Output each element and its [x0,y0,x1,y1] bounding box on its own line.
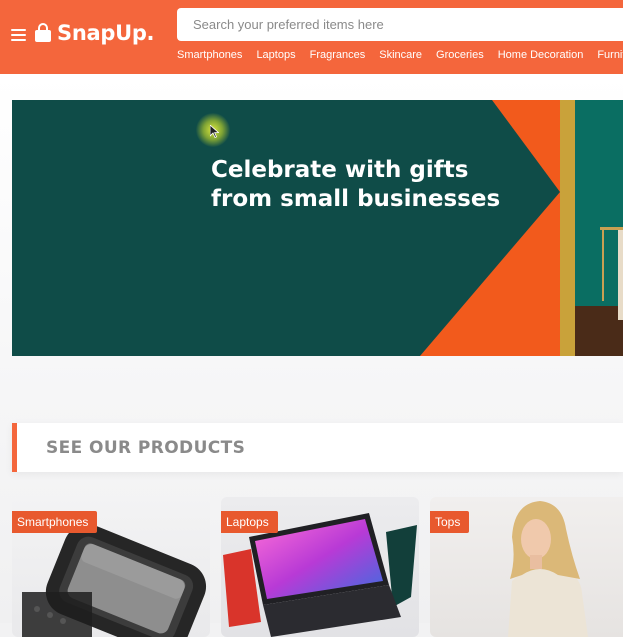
cursor-highlight [196,113,230,147]
nav-item-smartphones[interactable]: Smartphones [177,49,242,61]
product-card-smartphones[interactable]: Smartphones [12,497,210,637]
site-header: SnapUp. Smartphones Laptops Fragrances S… [0,0,623,74]
category-tag: Laptops [221,511,278,533]
brand-logo[interactable]: SnapUp. [34,21,155,45]
mouse-pointer-icon [210,125,219,138]
category-tag: Smartphones [12,511,98,533]
product-card-laptops[interactable]: Laptops [221,497,419,637]
products-section-header: SEE OUR PRODUCTS [12,423,623,472]
search-input[interactable] [177,8,623,41]
section-title: SEE OUR PRODUCTS [46,438,246,458]
brand-name: SnapUp. [57,21,155,45]
hero-banner[interactable]: Celebrate with gifts from small business… [12,100,623,356]
nav-item-laptops[interactable]: Laptops [256,49,295,61]
nav-item-home-decoration[interactable]: Home Decoration [498,49,584,61]
banner-artwork [12,100,623,356]
nav-item-groceries[interactable]: Groceries [436,49,484,61]
hamburger-menu-icon[interactable] [11,29,26,44]
shopping-bag-icon [35,23,51,42]
banner-title: Celebrate with gifts from small business… [211,157,501,212]
nav-item-skincare[interactable]: Skincare [379,49,422,61]
nav-item-fragrances[interactable]: Fragrances [310,49,366,61]
category-tag: Tops [430,511,470,533]
category-nav: Smartphones Laptops Fragrances Skincare … [177,49,623,61]
nav-item-furniture[interactable]: Furniture [597,49,623,61]
product-card-tops[interactable]: Tops [430,497,623,637]
